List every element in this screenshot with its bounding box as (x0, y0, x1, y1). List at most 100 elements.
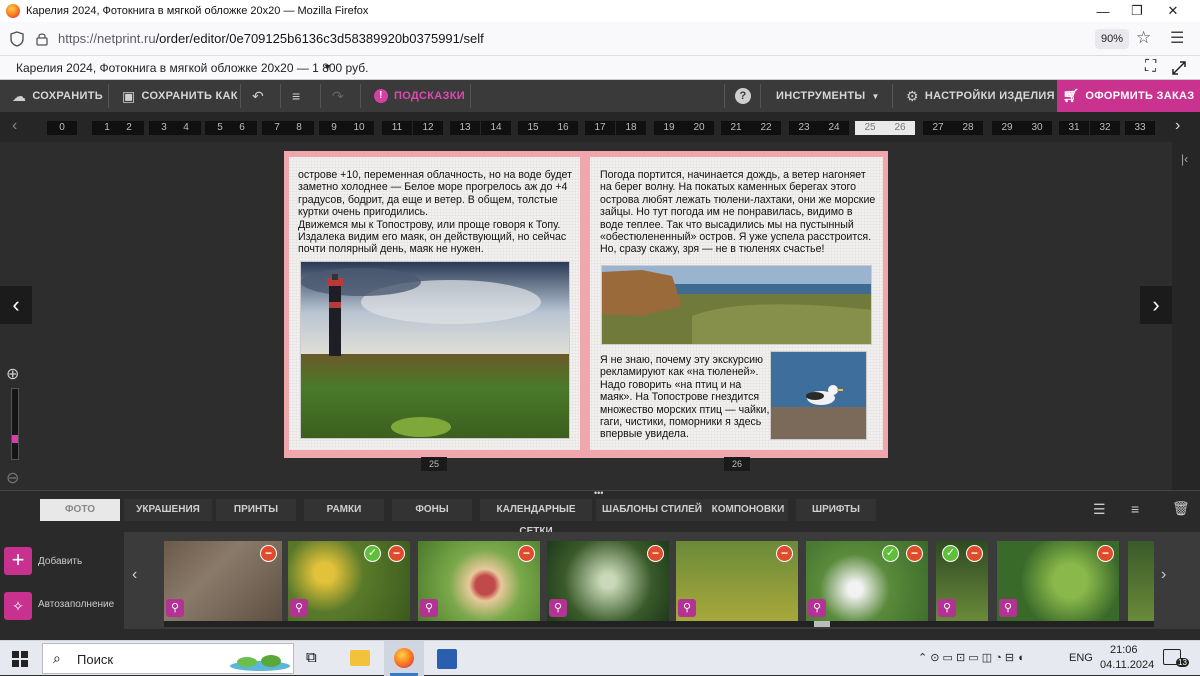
prev-spread-button[interactable]: ‹ (0, 286, 32, 324)
photo-thumb-green-leaves[interactable]: ⚲ − (997, 541, 1119, 621)
zoom-thumb[interactable] (12, 435, 18, 443)
page-thumb-33[interactable]: 33 (1125, 121, 1155, 135)
hints-button[interactable]: ! ПОДСКАЗКИ (374, 80, 465, 112)
photo-thumb-child-meadow[interactable]: ⚲ − (676, 541, 798, 621)
add-photo-button[interactable]: + (4, 547, 32, 575)
page-thumb-32[interactable]: 32 (1090, 121, 1120, 135)
tab-item-7[interactable]: КОМПОНОВКИ (708, 499, 788, 521)
windows-start-icon[interactable] (12, 651, 28, 667)
chevron-down-icon[interactable]: ▼ (323, 62, 332, 72)
trash-icon[interactable]: 🗑︎ (1172, 500, 1190, 517)
chevron-left-icon[interactable]: ‹ (132, 566, 137, 584)
file-explorer-icon[interactable] (350, 650, 370, 666)
tab-item-8[interactable]: ШРИФТЫ (796, 499, 876, 521)
page-thumb-22[interactable]: 22 (751, 121, 781, 135)
photo-thumb-rocks-flowers[interactable]: ⚲ − (164, 541, 282, 621)
zoom-photo-icon[interactable]: ⚲ (549, 599, 567, 617)
firefox-taskbar-button[interactable] (384, 641, 424, 676)
page-thumb-13[interactable]: 13 (450, 121, 480, 135)
remove-photo-icon[interactable]: − (966, 545, 983, 562)
resize-handle-icon[interactable]: ••• (594, 488, 603, 498)
tab-item-2[interactable]: ПРИНТЫ (216, 499, 296, 521)
zoom-in-icon[interactable]: ⊕ (6, 364, 19, 384)
lock-icon[interactable] (36, 32, 48, 46)
zoom-photo-icon[interactable]: ⚲ (420, 599, 438, 617)
remove-photo-icon[interactable]: − (906, 545, 923, 562)
tab-photo[interactable]: ФОТО (40, 499, 120, 521)
save-as-button[interactable]: ▣ СОХРАНИТЬ КАК (122, 80, 238, 112)
collapse-icon[interactable]: |‹ (1181, 152, 1188, 166)
input-language[interactable]: ENG (1069, 652, 1093, 664)
clock-date[interactable]: 04.11.2024 (1100, 659, 1154, 671)
remove-photo-icon[interactable]: − (1097, 545, 1114, 562)
remove-photo-icon[interactable]: − (388, 545, 405, 562)
page-thumb-18[interactable]: 18 (616, 121, 646, 135)
photo-thumb-yellow-flowers[interactable]: ⚲ − ✓ (288, 541, 410, 621)
page-thumb-16[interactable]: 16 (548, 121, 578, 135)
seagull-photo[interactable] (770, 351, 867, 440)
magic-wand-icon[interactable]: ✧ (4, 592, 32, 620)
add-label[interactable]: Добавить (38, 556, 82, 567)
zoom-photo-icon[interactable]: ⚲ (938, 599, 956, 617)
tab-item-1[interactable]: УКРАШЕНИЯ (124, 499, 212, 521)
tools-menu[interactable]: ИНСТРУМЕНТЫ ▼ (776, 80, 880, 112)
shield-icon[interactable] (10, 31, 24, 47)
tab-item-5[interactable]: КАЛЕНДАРНЫЕ СЕТКИ (480, 499, 592, 537)
zoom-photo-icon[interactable]: ⚲ (999, 599, 1017, 617)
page-thumb-27[interactable]: 27 (923, 121, 953, 135)
product-settings-button[interactable]: ⚙ НАСТРОЙКИ ИЗДЕЛИЯ (906, 80, 1055, 112)
task-view-icon[interactable]: ⧉ (306, 649, 317, 666)
zoom-photo-icon[interactable]: ⚲ (808, 599, 826, 617)
save-app-icon[interactable] (437, 649, 457, 669)
right-page[interactable]: Погода портится, начинается дождь, а вет… (590, 157, 883, 450)
page-thumb-26[interactable]: 26 (885, 121, 915, 135)
gallery-scroll-thumb[interactable] (814, 621, 830, 627)
page-thumb-0[interactable]: 0 (47, 121, 77, 135)
page-thumb-14[interactable]: 14 (481, 121, 511, 135)
filter-icon[interactable]: ☰ (1093, 501, 1106, 518)
taskbar-search[interactable]: ⌕ Поиск (42, 643, 294, 674)
tab-item-4[interactable]: ФОНЫ (392, 499, 472, 521)
page-thumb-28[interactable]: 28 (953, 121, 983, 135)
page-thumb-6[interactable]: 6 (227, 121, 257, 135)
page-thumb-21[interactable]: 21 (721, 121, 751, 135)
zoom-photo-icon[interactable]: ⚲ (166, 599, 184, 617)
sort-icon[interactable]: ≡ (1131, 501, 1139, 517)
left-page-text[interactable]: острове +10, переменная облачность, но н… (298, 169, 574, 256)
right-panel-toggle[interactable]: |‹ (1172, 142, 1200, 490)
page-thumb-10[interactable]: 10 (344, 121, 374, 135)
gallery-scrollbar[interactable] (164, 621, 1154, 627)
zoom-out-icon[interactable]: ⊖ (6, 468, 19, 488)
page-thumb-23[interactable]: 23 (789, 121, 819, 135)
zoom-photo-icon[interactable]: ⚲ (678, 599, 696, 617)
maximize-button[interactable]: ❐ (1120, 0, 1154, 22)
page-thumb-12[interactable]: 12 (413, 121, 443, 135)
right-page-text-top[interactable]: Погода портится, начинается дождь, а вет… (600, 169, 878, 256)
seashore-photo[interactable] (601, 265, 872, 345)
page-thumb-31[interactable]: 31 (1059, 121, 1089, 135)
remove-photo-icon[interactable]: − (260, 545, 277, 562)
photo-thumb-partial[interactable] (1128, 541, 1154, 621)
autofill-label[interactable]: Автозаполнение (38, 599, 114, 610)
expand-icon[interactable] (1172, 61, 1186, 75)
url-field[interactable]: https://netprint.ru/order/editor/0e70912… (58, 31, 484, 46)
page-thumb-20[interactable]: 20 (684, 121, 714, 135)
photo-thumb-plant-closeup[interactable]: ⚲ − ✓ (936, 541, 988, 621)
right-page-text-bottom[interactable]: Я не знаю, почему эту экскурсию рекламир… (600, 354, 772, 441)
remove-photo-icon[interactable]: − (518, 545, 535, 562)
fullscreen-icon[interactable]: ⛶ (1145, 58, 1156, 76)
page-thumb-4[interactable]: 4 (171, 121, 201, 135)
photo-thumb-white-flowers[interactable]: ⚲ − ✓ (806, 541, 928, 621)
help-button[interactable]: ? (735, 80, 751, 112)
checkout-button[interactable]: 🛒︎ ОФОРМИТЬ ЗАКАЗ (1057, 80, 1200, 112)
page-thumb-24[interactable]: 24 (819, 121, 849, 135)
close-button[interactable]: ✕ (1156, 0, 1190, 22)
clock-time[interactable]: 21:06 (1110, 644, 1138, 656)
chevron-right-icon[interactable]: › (1161, 566, 1166, 584)
zoom-photo-icon[interactable]: ⚲ (290, 599, 308, 617)
photo-thumb-umbellifer[interactable]: ⚲ − (547, 541, 669, 621)
bookmark-star-icon[interactable]: ☆ (1136, 28, 1151, 48)
tab-item-3[interactable]: РАМКИ (304, 499, 384, 521)
photo-thumb-child[interactable]: ⚲ − (418, 541, 540, 621)
page-thumb-2[interactable]: 2 (114, 121, 144, 135)
